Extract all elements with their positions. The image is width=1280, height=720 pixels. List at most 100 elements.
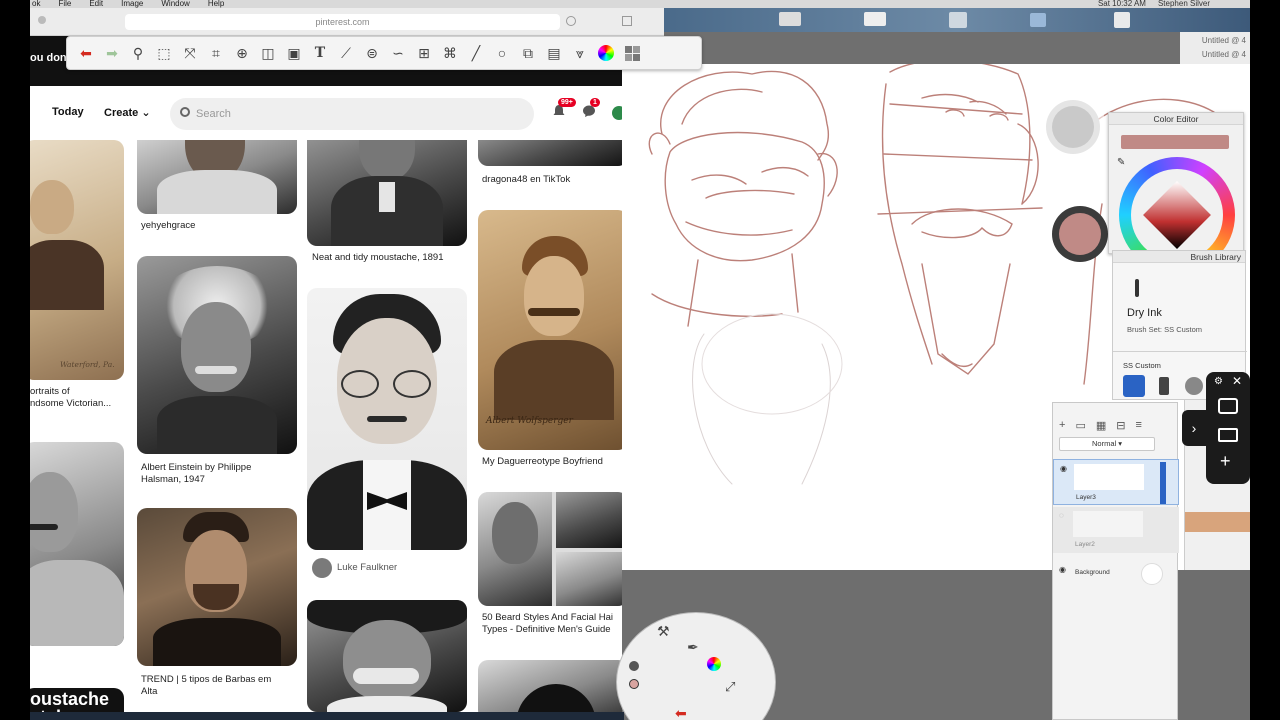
pin-caption[interactable]: yehyehgrace bbox=[141, 220, 195, 232]
pin-image-cowboy[interactable] bbox=[307, 600, 467, 712]
nav-today[interactable]: Today bbox=[52, 106, 84, 118]
author-avatar[interactable] bbox=[312, 558, 332, 578]
zoom-icon[interactable]: ⚲ bbox=[127, 42, 149, 64]
pin-caption[interactable]: Neat and tidy moustache, 1891 bbox=[312, 252, 444, 264]
opacity-puck[interactable] bbox=[1046, 100, 1100, 154]
add-layer-icon[interactable]: + bbox=[1059, 419, 1065, 431]
add-icon[interactable]: + bbox=[1220, 452, 1231, 470]
search-input[interactable]: Search bbox=[170, 98, 534, 130]
blend-mode-select[interactable]: Normal ▾ bbox=[1059, 437, 1155, 451]
pin-caption[interactable]: My Daguerreotype Boyfriend bbox=[482, 456, 603, 468]
text-icon[interactable]: T bbox=[309, 42, 331, 64]
perspective-icon[interactable]: ⊞ bbox=[413, 42, 435, 64]
document-tab[interactable]: Untitled @ 4 bbox=[1184, 34, 1246, 48]
settings-icon[interactable]: ⚙ bbox=[1214, 376, 1223, 387]
info-icon[interactable] bbox=[629, 661, 639, 671]
color-wheel-icon[interactable] bbox=[595, 42, 617, 64]
close-icon[interactable]: ✕ bbox=[1232, 374, 1242, 388]
transform-icon[interactable]: ⤧ bbox=[179, 42, 201, 64]
pin-image-tidy-moustache[interactable] bbox=[307, 140, 467, 246]
folder-icon[interactable] bbox=[1030, 13, 1046, 27]
pin-author[interactable]: Luke Faulkner bbox=[337, 562, 397, 574]
share-icon[interactable] bbox=[566, 16, 576, 26]
pin-caption[interactable]: dragona48 en TikTok bbox=[482, 174, 570, 186]
select-icon[interactable]: ⬚ bbox=[153, 42, 175, 64]
pin-image-beard-styles[interactable] bbox=[478, 492, 628, 606]
pin-image-moustache-man[interactable] bbox=[30, 442, 124, 646]
undo-icon[interactable]: ⬅ bbox=[75, 42, 97, 64]
layer-row[interactable]: ◌ Layer2 bbox=[1053, 507, 1179, 553]
circle-icon[interactable]: ○ bbox=[491, 42, 513, 64]
visibility-eye-icon[interactable]: ◉ bbox=[1059, 565, 1066, 574]
symmetry-icon[interactable]: ◫ bbox=[257, 42, 279, 64]
tabs-icon[interactable] bbox=[622, 16, 632, 26]
undo-icon[interactable]: ⬅ bbox=[675, 705, 687, 720]
eyedropper-icon[interactable]: ✎ bbox=[1117, 157, 1129, 169]
layer-row-background[interactable]: ◉ Background bbox=[1053, 559, 1179, 587]
visibility-eye-icon[interactable]: ◉ bbox=[1060, 464, 1067, 473]
layer-row-selected[interactable]: ◉ Layer3 bbox=[1053, 459, 1179, 505]
pin-image-beard[interactable] bbox=[137, 508, 297, 666]
document-tab[interactable]: Untitled @ 4 bbox=[1184, 48, 1246, 62]
menu-edit[interactable]: Edit bbox=[89, 0, 103, 8]
nav-create[interactable]: Create ⌄ bbox=[104, 106, 151, 119]
pin-caption[interactable]: Albert Einstein by Philippe Halsman, 194… bbox=[141, 462, 251, 486]
stroke-icon[interactable]: ╱ bbox=[465, 42, 487, 64]
camera-icon[interactable] bbox=[1218, 398, 1238, 414]
fill-icon[interactable]: ▣ bbox=[283, 42, 305, 64]
pin-image-victorian[interactable]: Waterford, Pa. bbox=[30, 140, 124, 380]
french-curve-icon[interactable]: ∽ bbox=[387, 42, 409, 64]
distort-icon[interactable]: ⌘ bbox=[439, 42, 461, 64]
folder-icon[interactable]: ▭ bbox=[1075, 419, 1085, 432]
brush-selected-icon[interactable] bbox=[1123, 375, 1145, 397]
dock-thumbnail-icon[interactable] bbox=[864, 12, 886, 26]
visibility-hidden-icon[interactable]: ◌ bbox=[1059, 511, 1064, 520]
crop-icon[interactable]: ⌗ bbox=[205, 42, 227, 64]
brush-palette-icon[interactable]: ⩔ bbox=[569, 42, 591, 64]
menu-help[interactable]: Help bbox=[208, 0, 224, 8]
window-dot-icon[interactable] bbox=[38, 16, 46, 24]
pin-image-tiktok[interactable] bbox=[478, 140, 628, 166]
color-dot-icon[interactable] bbox=[629, 679, 639, 689]
marker-brush-icon[interactable] bbox=[1159, 377, 1169, 395]
pin-image-einstein[interactable] bbox=[137, 256, 297, 454]
video-icon[interactable] bbox=[1218, 428, 1238, 442]
background-color-swatch[interactable] bbox=[1141, 563, 1163, 585]
add-image-icon[interactable]: ⊕ bbox=[231, 42, 253, 64]
transform-tool-icon[interactable]: ⤢ bbox=[725, 679, 735, 695]
layer-editor-icon[interactable]: ▤ bbox=[543, 42, 565, 64]
folder-icon[interactable] bbox=[949, 12, 967, 28]
texture-brush-icon[interactable] bbox=[1185, 377, 1203, 395]
pin-caption[interactable]: ortraits of ndsome Victorian... bbox=[30, 386, 111, 410]
notifications-icon[interactable]: 99+ bbox=[552, 98, 576, 120]
shapes-icon[interactable]: ⧉ bbox=[517, 42, 539, 64]
pin-image-glasses-man[interactable] bbox=[307, 288, 467, 550]
pen-tool-icon[interactable]: ✒ bbox=[687, 639, 699, 656]
menu-file[interactable]: File bbox=[58, 0, 71, 8]
menu-app[interactable]: ok bbox=[32, 0, 40, 8]
pin-image-soldier[interactable] bbox=[137, 140, 297, 214]
copic-palette-icon[interactable] bbox=[621, 42, 643, 64]
menu-window[interactable]: Window bbox=[161, 0, 189, 8]
pin-caption[interactable]: 50 Beard Styles And Facial Hai Types - D… bbox=[482, 612, 613, 636]
url-bar[interactable]: pinterest.com bbox=[125, 14, 560, 30]
brush-tool-icon[interactable]: ⚒ bbox=[657, 623, 670, 640]
chevron-right-icon[interactable]: › bbox=[1182, 410, 1206, 446]
ellipse-guide-icon[interactable]: ⊜ bbox=[361, 42, 383, 64]
redo-icon[interactable]: ➡ bbox=[101, 42, 123, 64]
layer-opacity-bar[interactable] bbox=[1160, 462, 1166, 504]
dock-thumbnail-icon[interactable] bbox=[779, 12, 801, 26]
menu-image[interactable]: Image bbox=[121, 0, 143, 8]
ruler-icon[interactable]: ⟋ bbox=[335, 42, 357, 64]
color-wheel-icon[interactable] bbox=[707, 657, 721, 671]
pin-image-bowler-hat[interactable] bbox=[478, 660, 628, 716]
messages-icon[interactable]: 1 bbox=[582, 98, 600, 120]
layer-menu-icon[interactable]: ≡ bbox=[1135, 419, 1141, 431]
pin-image-daguerreotype[interactable]: Albert Wolfsperger bbox=[478, 210, 628, 450]
pin-caption[interactable]: TREND | 5 tipos de Barbas em Alta bbox=[141, 674, 271, 698]
menubar-user[interactable]: Stephen Silver bbox=[1158, 0, 1210, 8]
brush-swatch[interactable] bbox=[1185, 512, 1251, 532]
color-puck[interactable] bbox=[1052, 206, 1108, 262]
document-icon[interactable] bbox=[1114, 12, 1130, 28]
merge-layer-icon[interactable]: ⊟ bbox=[1116, 419, 1125, 432]
